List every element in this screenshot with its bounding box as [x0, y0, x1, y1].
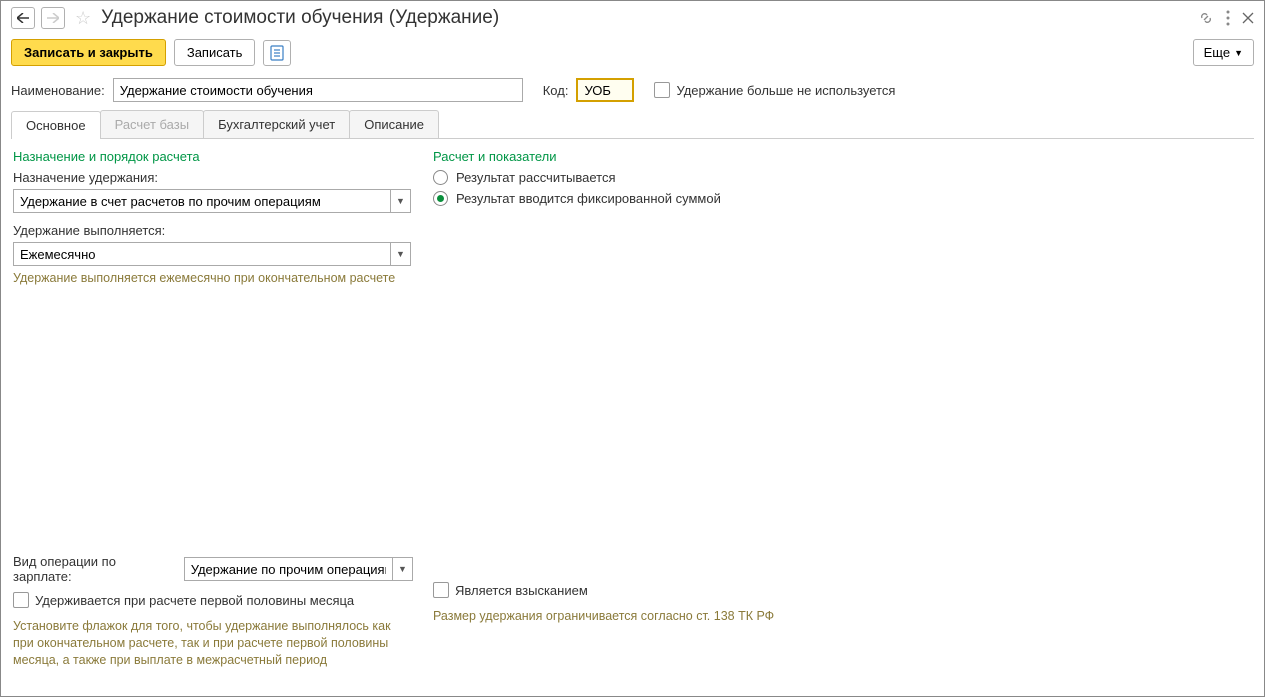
radio-calculated[interactable]: Результат рассчитывается	[433, 170, 1252, 185]
link-icon[interactable]	[1198, 10, 1214, 26]
executed-field: Удержание выполняется: ▼ Удержание выпол…	[13, 223, 413, 287]
not-used-label: Удержание больше не используется	[676, 83, 895, 98]
is-collection-checkbox-wrap[interactable]: Является взысканием	[433, 582, 588, 598]
bottom-right: Является взысканием Размер удержания огр…	[433, 554, 1252, 669]
name-input[interactable]	[113, 78, 523, 102]
executed-select[interactable]: ▼	[13, 242, 411, 266]
purpose-select-input[interactable]	[14, 190, 390, 212]
first-half-checkbox-wrap[interactable]: Удерживается при расчете первой половины…	[13, 592, 354, 608]
tab-accounting[interactable]: Бухгалтерский учет	[203, 110, 350, 138]
section-calc-title: Расчет и показатели	[433, 149, 1252, 164]
save-button[interactable]: Записать	[174, 39, 256, 66]
executed-hint: Удержание выполняется ежемесячно при око…	[13, 270, 413, 287]
radio-calculated-label: Результат рассчитывается	[456, 170, 616, 185]
kebab-menu-icon[interactable]	[1226, 10, 1230, 26]
more-button[interactable]: Еще ▼	[1193, 39, 1254, 66]
report-icon-button[interactable]	[263, 40, 291, 66]
chevron-down-icon[interactable]: ▼	[392, 558, 412, 580]
purpose-field: Назначение удержания: ▼	[13, 170, 413, 213]
section-purpose-title: Назначение и порядок расчета	[13, 149, 413, 164]
not-used-checkbox[interactable]	[654, 82, 670, 98]
operation-row: Вид операции по зарплате: ▼	[13, 554, 413, 584]
tab-main[interactable]: Основное	[11, 111, 101, 139]
is-collection-checkbox[interactable]	[433, 582, 449, 598]
radio-fixed[interactable]: Результат вводится фиксированной суммой	[433, 191, 1252, 206]
radio-inner	[437, 195, 444, 202]
toolbar: Записать и закрыть Записать Еще ▼	[1, 35, 1264, 74]
titlebar: ☆ Удержание стоимости обучения (Удержани…	[1, 1, 1264, 35]
close-icon[interactable]	[1242, 12, 1254, 24]
executed-label: Удержание выполняется:	[13, 223, 413, 238]
radio-outer[interactable]	[433, 191, 448, 206]
radio-fixed-label: Результат вводится фиксированной суммой	[456, 191, 721, 206]
form-header-row: Наименование: Код: Удержание больше не и…	[1, 74, 1264, 110]
tab-content: Назначение и порядок расчета Назначение …	[1, 139, 1264, 679]
tab-base[interactable]: Расчет базы	[100, 110, 205, 138]
chevron-down-icon[interactable]: ▼	[390, 243, 410, 265]
name-label: Наименование:	[11, 83, 105, 98]
radio-outer[interactable]	[433, 170, 448, 185]
bottom-left: Вид операции по зарплате: ▼ Удерживается…	[13, 554, 413, 669]
bottom-area: Вид операции по зарплате: ▼ Удерживается…	[1, 554, 1264, 679]
title-actions	[1198, 10, 1254, 26]
purpose-select[interactable]: ▼	[13, 189, 411, 213]
page-title: Удержание стоимости обучения (Удержание)	[101, 7, 1192, 29]
first-half-label: Удерживается при расчете первой половины…	[35, 593, 354, 608]
code-input[interactable]	[576, 78, 634, 102]
is-collection-hint: Размер удержания ограничивается согласно…	[433, 608, 1252, 625]
more-button-label: Еще	[1204, 45, 1230, 60]
operation-select[interactable]: ▼	[184, 557, 413, 581]
save-and-close-button[interactable]: Записать и закрыть	[11, 39, 166, 66]
chevron-down-icon[interactable]: ▼	[390, 190, 410, 212]
first-half-checkbox[interactable]	[13, 592, 29, 608]
executed-select-input[interactable]	[14, 243, 390, 265]
chevron-down-icon: ▼	[1234, 48, 1243, 58]
nav-forward-button[interactable]	[41, 7, 65, 29]
nav-back-button[interactable]	[11, 7, 35, 29]
code-label: Код:	[543, 83, 569, 98]
is-collection-label: Является взысканием	[455, 583, 588, 598]
first-half-hint: Установите флажок для того, чтобы удержа…	[13, 618, 413, 669]
favorite-star-icon[interactable]: ☆	[75, 8, 91, 29]
not-used-checkbox-wrap[interactable]: Удержание больше не используется	[654, 82, 895, 98]
tabs: Основное Расчет базы Бухгалтерский учет …	[11, 110, 1254, 139]
purpose-label: Назначение удержания:	[13, 170, 413, 185]
tab-description[interactable]: Описание	[349, 110, 439, 138]
operation-select-input[interactable]	[185, 558, 392, 580]
operation-label: Вид операции по зарплате:	[13, 554, 178, 584]
